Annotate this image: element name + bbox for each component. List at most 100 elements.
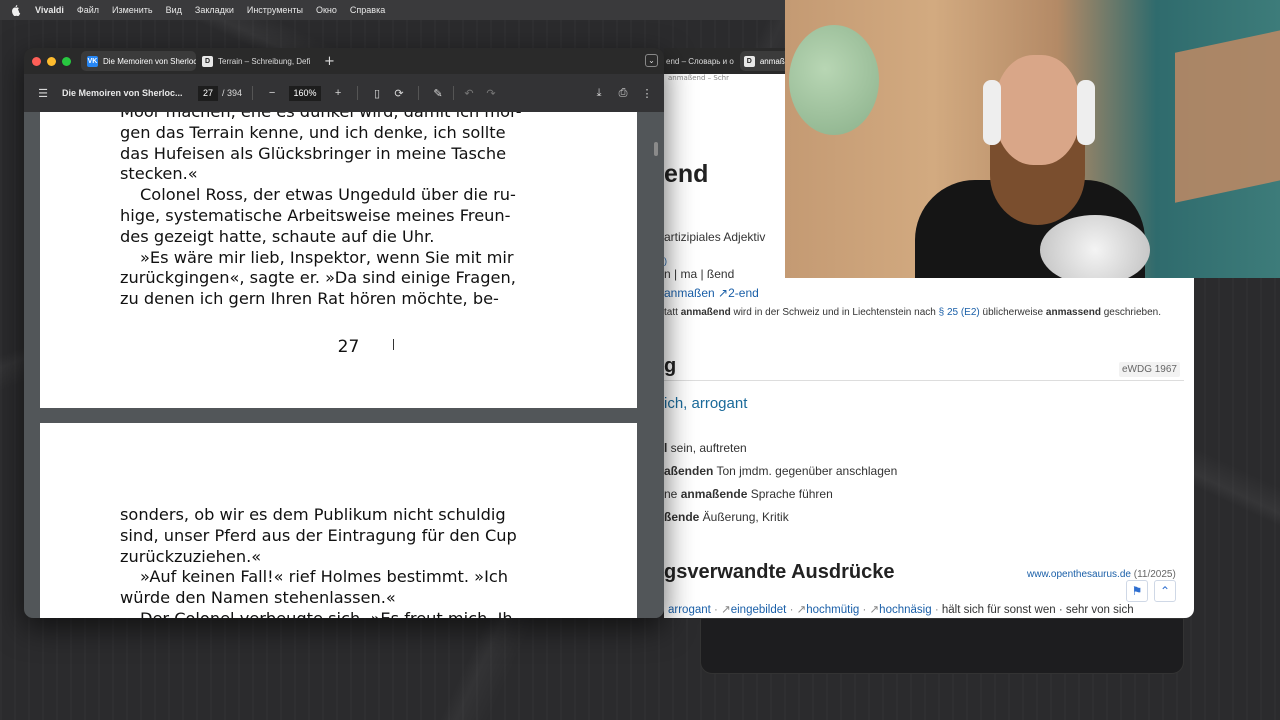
- text-line: gen das Terrain kenne, und ich denke, ic…: [120, 122, 506, 142]
- openthesaurus-link[interactable]: www.openthesaurus.de: [1027, 569, 1131, 580]
- meaning-section-title: g: [664, 355, 677, 377]
- menu-app-name[interactable]: Vivaldi: [35, 5, 64, 15]
- text-line: Colonel Ross, der etwas Ungeduld über di…: [140, 185, 516, 205]
- undo-icon[interactable]: ↶: [460, 84, 478, 102]
- ewdg-badge[interactable]: eWDG 1967: [1118, 362, 1180, 377]
- pdf-page-28: sonders, ob wir es dem Publikum nicht sc…: [40, 423, 637, 618]
- fit-page-icon[interactable]: ▯: [368, 84, 386, 102]
- scroll-top-icon[interactable]: ⌃: [1154, 580, 1176, 602]
- menu-tools[interactable]: Инструменты: [247, 5, 303, 15]
- text-line: zu denen ich gern Ihren Rat hören möchte…: [120, 289, 499, 309]
- text-line: »Auf keinen Fall!« rief Holmes bestimmt.…: [140, 567, 509, 587]
- page-28-text: sonders, ob wir es dem Publikum nicht sc…: [120, 505, 556, 618]
- zoom-in-icon[interactable]: +: [329, 84, 347, 102]
- related-section-title: gsverwandte Ausdrücke: [664, 561, 895, 583]
- background-window: [700, 618, 1184, 674]
- minimize-window-button[interactable]: [47, 56, 56, 66]
- note-rule-link[interactable]: § 25 (E2): [939, 307, 980, 318]
- webcam-overlay: [785, 0, 1280, 278]
- grammar-info: artizipiales Adjektiv: [664, 230, 766, 244]
- text-line: sind, unser Pferd aus der Eintragung für…: [120, 525, 517, 545]
- scrollbar-thumb[interactable]: [654, 142, 658, 156]
- page-number-input[interactable]: 27: [198, 85, 218, 101]
- synonym-2[interactable]: eingebildet: [731, 604, 787, 616]
- meaning-text: ich, arrogant: [664, 395, 748, 412]
- menu-view[interactable]: Вид: [166, 5, 182, 15]
- note-suffix: geschrieben.: [1103, 307, 1161, 318]
- synonym-1[interactable]: arrogant: [668, 604, 711, 616]
- tab-pdf[interactable]: VK Die Memoiren von Sherloc: [81, 51, 196, 71]
- scrollbar-track[interactable]: [650, 112, 664, 618]
- paper-lamp: [789, 25, 879, 135]
- dwds-favicon-icon: D: [202, 55, 213, 67]
- example-3: ne anmaßende Sprache führen: [664, 487, 833, 501]
- pdf-viewer-window: VK Die Memoiren von Sherloc D Terrain – …: [24, 48, 664, 618]
- example-3-rest: Sprache führen: [747, 487, 833, 501]
- print-icon[interactable]: ⎙: [614, 84, 632, 102]
- menu-edit[interactable]: Изменить: [112, 5, 153, 15]
- new-tab-button[interactable]: +: [324, 54, 335, 69]
- text-line: stecken.«: [120, 164, 198, 184]
- etymology-end-link[interactable]: 2-end: [728, 286, 759, 300]
- note-prefix: tatt: [664, 307, 678, 318]
- note-middle: wird in der Schweiz und in Liechtenstein…: [733, 307, 936, 318]
- toolbar-divider: [418, 86, 420, 100]
- zoom-out-icon[interactable]: −: [263, 84, 281, 102]
- wall-panel: [1175, 27, 1280, 203]
- toolbar-divider: [357, 86, 359, 100]
- tab-pdf-title: Die Memoiren von Sherloc: [103, 56, 196, 66]
- menu-window[interactable]: Окно: [316, 5, 337, 15]
- toolbar-divider: [252, 86, 254, 100]
- more-options-icon[interactable]: ⋮: [638, 84, 656, 102]
- section-divider: [664, 380, 1184, 381]
- floating-buttons: ⚑ ⌃: [1126, 580, 1176, 602]
- close-window-button[interactable]: [32, 56, 41, 66]
- text-line: sonders, ob wir es dem Publikum nicht sc…: [120, 505, 506, 524]
- annotate-icon[interactable]: ✎: [429, 84, 447, 102]
- note-middle2: üblicherweise: [982, 307, 1044, 318]
- example-3-pre: ne: [664, 487, 681, 501]
- menu-file[interactable]: Файл: [77, 5, 99, 15]
- bookmark-icon[interactable]: ⚑: [1126, 580, 1148, 602]
- person-face: [995, 55, 1080, 165]
- etymology-line: anmaßen ↗2-end: [664, 286, 759, 300]
- tab-list-icon[interactable]: ⌄: [645, 54, 658, 67]
- pronunciation-link[interactable]: ): [664, 253, 670, 266]
- text-line: zurückzuziehen.«: [120, 546, 262, 566]
- toolbar-divider: [453, 86, 455, 100]
- zoom-level-input[interactable]: 160%: [289, 85, 322, 101]
- menu-icon[interactable]: ☰: [34, 84, 52, 102]
- headphones-left: [983, 80, 1001, 145]
- tab-dwds-title: Terrain – Schreibung, Defi: [218, 56, 311, 66]
- note-word1: anmaßend: [680, 307, 731, 318]
- pdf-viewport[interactable]: Moor machen, ehe es dunkel wird, damit i…: [24, 112, 664, 618]
- pdf-toolbar: ☰ Die Memoiren von Sherloc... 27 / 394 −…: [24, 74, 664, 112]
- page-27-text: Moor machen, ehe es dunkel wird, damit i…: [120, 112, 556, 310]
- synonym-4[interactable]: hochnäsig: [879, 604, 931, 616]
- menu-help[interactable]: Справка: [350, 5, 385, 15]
- example-4-rest: Äußerung, Kritik: [699, 510, 789, 524]
- example-2: aßenden Ton jmdm. gegenüber anschlagen: [664, 464, 897, 478]
- example-2-bold: aßenden: [664, 464, 714, 478]
- synonym-3[interactable]: hochmütig: [806, 604, 859, 616]
- redo-icon[interactable]: ↷: [482, 84, 500, 102]
- etymology-anmassen-link[interactable]: anmaßen: [664, 286, 715, 300]
- example-1-rest: sein, auftreten: [667, 441, 747, 455]
- menu-bookmarks[interactable]: Закладки: [195, 5, 234, 15]
- pdf-page-27: Moor machen, ehe es dunkel wird, damit i…: [40, 112, 637, 408]
- synonyms-line: arrogant · ↗eingebildet · ↗hochmütig · ↗…: [668, 604, 1134, 616]
- download-icon[interactable]: ⤓: [590, 84, 608, 102]
- example-1: l sein, auftreten: [664, 441, 747, 455]
- headphones-right: [1077, 80, 1095, 145]
- etymology-arrow-icon: ↗: [718, 286, 729, 300]
- browser-tab-1[interactable]: end – Словарь и о: [666, 57, 734, 66]
- text-line: Moor machen, ehe es dunkel wird, damit i…: [120, 112, 556, 123]
- example-4: ßende Äußerung, Kritik: [664, 510, 789, 524]
- text-cursor-icon: [393, 339, 394, 350]
- maximize-window-button[interactable]: [62, 56, 71, 66]
- syllabification: n | ma | ßend: [664, 267, 735, 281]
- tab-dwds[interactable]: D Terrain – Schreibung, Defi: [196, 51, 318, 71]
- text-line: zurückgingen«, sagte er. »Da sind einige…: [120, 268, 516, 288]
- apple-icon[interactable]: [12, 4, 22, 16]
- rotate-icon[interactable]: ⟳: [390, 84, 408, 102]
